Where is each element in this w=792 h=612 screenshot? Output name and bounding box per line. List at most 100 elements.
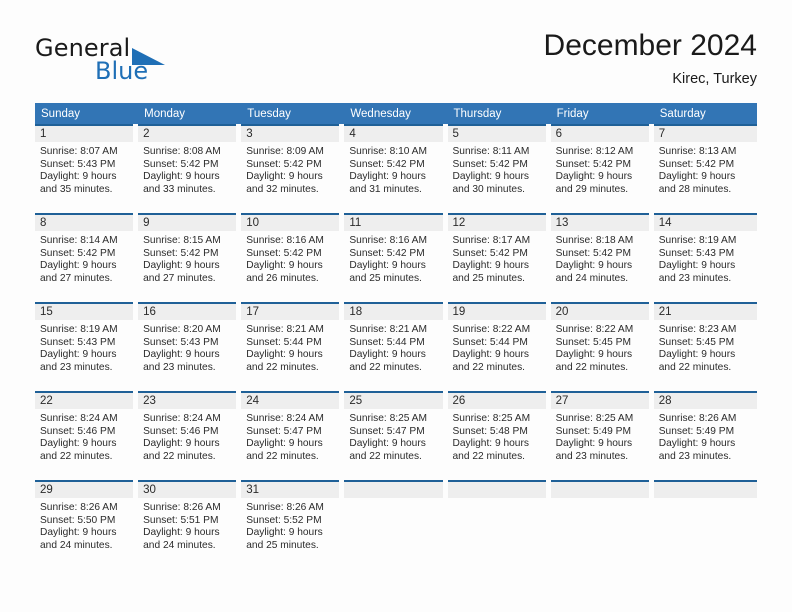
day-details: Sunrise: 8:25 AM Sunset: 5:48 PM Daylight:… <box>448 409 546 463</box>
day-sunset-text: Sunset: 5:49 PM <box>555 425 631 437</box>
day-sunset-text: Sunset: 5:42 PM <box>555 158 631 170</box>
day-daylight-text: and 23 minutes. <box>658 450 732 462</box>
calendar-day-cell[interactable]: 3 Sunrise: 8:09 AM Sunset: 5:42 PM Daylight… <box>241 124 345 213</box>
day-sunrise-text: Sunrise: 8:10 AM <box>349 146 427 157</box>
day-number: 18 <box>344 302 443 320</box>
day-details: Sunrise: 8:14 AM Sunset: 5:42 PM Daylight:… <box>35 231 133 285</box>
calendar-day-cell[interactable]: 19 Sunrise: 8:22 AM Sunset: 5:44 PM Dayligh… <box>447 302 551 391</box>
calendar-day-cell[interactable]: 24 Sunrise: 8:24 AM Sunset: 5:47 PM Dayligh… <box>241 391 345 480</box>
calendar-day-cell[interactable]: 17 Sunrise: 8:21 AM Sunset: 5:44 PM Dayligh… <box>241 302 345 391</box>
day-sunset-text: Sunset: 5:42 PM <box>40 247 116 259</box>
day-number: 22 <box>35 391 134 409</box>
calendar-day-cell[interactable]: 1 Sunrise: 8:07 AM Sunset: 5:43 PM Daylight… <box>35 124 139 213</box>
calendar-day-cell[interactable]: 28 Sunrise: 8:26 AM Sunset: 5:49 PM Dayligh… <box>653 391 757 480</box>
calendar-day-cell[interactable]: 26 Sunrise: 8:25 AM Sunset: 5:48 PM Dayligh… <box>447 391 551 480</box>
day-details: Sunrise: 8:26 AM Sunset: 5:50 PM Daylight:… <box>35 498 133 552</box>
calendar-day-cell[interactable]: 22 Sunrise: 8:24 AM Sunset: 5:46 PM Dayligh… <box>35 391 139 480</box>
day-sunset-text: Sunset: 5:46 PM <box>143 425 219 437</box>
calendar-day-cell[interactable]: 23 Sunrise: 8:24 AM Sunset: 5:46 PM Dayligh… <box>138 391 242 480</box>
calendar-day-cell[interactable]: 14 Sunrise: 8:19 AM Sunset: 5:43 PM Dayligh… <box>653 213 757 302</box>
day-sunset-text: Sunset: 5:49 PM <box>658 425 735 437</box>
day-sunset-text: Sunset: 5:42 PM <box>349 158 425 170</box>
calendar-day-cell[interactable]: 20 Sunrise: 8:22 AM Sunset: 5:45 PM Dayligh… <box>550 302 654 391</box>
day-cell-inner <box>344 480 443 569</box>
day-details: Sunrise: 8:15 AM Sunset: 5:42 PM Daylight:… <box>138 231 236 285</box>
day-sunrise-text: Sunrise: 8:18 AM <box>555 235 634 246</box>
calendar-day-cell[interactable]: 29 Sunrise: 8:26 AM Sunset: 5:50 PM Dayligh… <box>35 480 139 569</box>
calendar-day-cell[interactable]: 25 Sunrise: 8:25 AM Sunset: 5:47 PM Dayligh… <box>344 391 448 480</box>
calendar-day-cell[interactable]: 8 Sunrise: 8:14 AM Sunset: 5:42 PM Daylight… <box>35 213 139 302</box>
day-sunrise-text: Sunrise: 8:24 AM <box>143 413 221 424</box>
day-number: 6 <box>550 124 649 142</box>
day-sunrise-text: Sunrise: 8:24 AM <box>40 413 118 424</box>
day-daylight-text: and 28 minutes. <box>658 183 732 195</box>
calendar-weeks: 1 Sunrise: 8:07 AM Sunset: 5:43 PM Daylight… <box>35 124 757 569</box>
calendar-day-cell[interactable]: 12 Sunrise: 8:17 AM Sunset: 5:42 PM Dayligh… <box>447 213 551 302</box>
day-cell-inner <box>447 480 546 569</box>
day-cell-inner: 27 Sunrise: 8:25 AM Sunset: 5:49 PM Dayligh… <box>550 391 649 480</box>
day-daylight-text: and 22 minutes. <box>452 361 526 373</box>
day-daylight-text: Daylight: 9 hours <box>452 438 529 450</box>
day-daylight-text: Daylight: 9 hours <box>143 260 220 272</box>
day-details: Sunrise: 8:16 AM Sunset: 5:42 PM Daylight:… <box>241 231 339 285</box>
day-sunrise-text: Sunrise: 8:25 AM <box>452 413 531 424</box>
day-details: Sunrise: 8:24 AM Sunset: 5:46 PM Daylight:… <box>35 409 133 463</box>
day-sunrise-text: Sunrise: 8:24 AM <box>246 413 324 424</box>
weekday-header-row: Sunday Monday Tuesday Wednesday Thursday… <box>35 103 757 124</box>
day-number: 17 <box>241 302 340 320</box>
day-sunrise-text: Sunrise: 8:08 AM <box>143 146 221 157</box>
day-number: 28 <box>653 391 757 409</box>
day-number: 3 <box>241 124 340 142</box>
day-number: 29 <box>35 480 134 498</box>
calendar-day-cell[interactable]: 27 Sunrise: 8:25 AM Sunset: 5:49 PM Dayligh… <box>550 391 654 480</box>
day-cell-inner: 26 Sunrise: 8:25 AM Sunset: 5:48 PM Dayligh… <box>447 391 546 480</box>
day-number: 24 <box>241 391 340 409</box>
day-details: Sunrise: 8:26 AM Sunset: 5:51 PM Daylight:… <box>138 498 236 552</box>
day-sunset-text: Sunset: 5:44 PM <box>246 336 322 348</box>
day-daylight-text: and 30 minutes. <box>452 183 526 195</box>
day-details: Sunrise: 8:26 AM Sunset: 5:49 PM Daylight:… <box>654 409 757 463</box>
calendar-day-cell[interactable]: 10 Sunrise: 8:16 AM Sunset: 5:42 PM Dayligh… <box>241 213 345 302</box>
calendar-empty-cell <box>447 480 551 569</box>
day-cell-inner: 15 Sunrise: 8:19 AM Sunset: 5:43 PM Dayligh… <box>35 302 134 391</box>
day-details: Sunrise: 8:23 AM Sunset: 5:45 PM Daylight:… <box>654 320 757 374</box>
day-daylight-text: and 35 minutes. <box>40 183 113 195</box>
calendar-day-cell[interactable]: 7 Sunrise: 8:13 AM Sunset: 5:42 PM Daylight… <box>653 124 757 213</box>
day-daylight-text: Daylight: 9 hours <box>555 171 633 183</box>
day-daylight-text: and 22 minutes. <box>555 361 629 373</box>
weekday-header-tuesday: Tuesday <box>241 103 345 124</box>
calendar-day-cell[interactable]: 31 Sunrise: 8:26 AM Sunset: 5:52 PM Dayligh… <box>241 480 345 569</box>
day-details: Sunrise: 8:10 AM Sunset: 5:42 PM Daylight:… <box>344 142 442 196</box>
day-number: 2 <box>138 124 237 142</box>
day-number: 5 <box>447 124 546 142</box>
day-sunset-text: Sunset: 5:45 PM <box>658 336 735 348</box>
calendar-day-cell[interactable]: 21 Sunrise: 8:23 AM Sunset: 5:45 PM Dayligh… <box>653 302 757 391</box>
day-daylight-text: and 27 minutes. <box>40 272 113 284</box>
day-daylight-text: Daylight: 9 hours <box>349 260 426 272</box>
calendar-day-cell[interactable]: 5 Sunrise: 8:11 AM Sunset: 5:42 PM Daylight… <box>447 124 551 213</box>
calendar-day-cell[interactable]: 2 Sunrise: 8:08 AM Sunset: 5:42 PM Daylight… <box>138 124 242 213</box>
calendar-day-cell[interactable]: 6 Sunrise: 8:12 AM Sunset: 5:42 PM Daylight… <box>550 124 654 213</box>
day-cell-inner: 17 Sunrise: 8:21 AM Sunset: 5:44 PM Dayligh… <box>241 302 340 391</box>
day-sunrise-text: Sunrise: 8:12 AM <box>555 146 634 157</box>
calendar-day-cell[interactable]: 16 Sunrise: 8:20 AM Sunset: 5:43 PM Dayligh… <box>138 302 242 391</box>
day-daylight-text: Daylight: 9 hours <box>143 527 220 539</box>
calendar-day-cell[interactable]: 13 Sunrise: 8:18 AM Sunset: 5:42 PM Dayligh… <box>550 213 654 302</box>
day-daylight-text: and 25 minutes. <box>452 272 526 284</box>
calendar-day-cell[interactable]: 15 Sunrise: 8:19 AM Sunset: 5:43 PM Dayligh… <box>35 302 139 391</box>
day-sunrise-text: Sunrise: 8:20 AM <box>143 324 221 335</box>
day-details: Sunrise: 8:09 AM Sunset: 5:42 PM Daylight:… <box>241 142 339 196</box>
logo-text-blue: Blue <box>95 57 149 85</box>
calendar-day-cell[interactable]: 4 Sunrise: 8:10 AM Sunset: 5:42 PM Daylight… <box>344 124 448 213</box>
general-blue-logo[interactable]: General Blue <box>35 34 245 90</box>
calendar-day-cell[interactable]: 9 Sunrise: 8:15 AM Sunset: 5:42 PM Daylight… <box>138 213 242 302</box>
day-sunset-text: Sunset: 5:52 PM <box>246 514 322 526</box>
day-cell-inner: 30 Sunrise: 8:26 AM Sunset: 5:51 PM Dayligh… <box>138 480 237 569</box>
day-daylight-text: and 31 minutes. <box>349 183 422 195</box>
day-sunrise-text: Sunrise: 8:25 AM <box>349 413 427 424</box>
calendar-day-cell[interactable]: 11 Sunrise: 8:16 AM Sunset: 5:42 PM Dayligh… <box>344 213 448 302</box>
day-number: 20 <box>550 302 649 320</box>
calendar-day-cell[interactable]: 18 Sunrise: 8:21 AM Sunset: 5:44 PM Dayligh… <box>344 302 448 391</box>
calendar-day-cell[interactable]: 30 Sunrise: 8:26 AM Sunset: 5:51 PM Dayligh… <box>138 480 242 569</box>
day-daylight-text: and 22 minutes. <box>246 361 319 373</box>
